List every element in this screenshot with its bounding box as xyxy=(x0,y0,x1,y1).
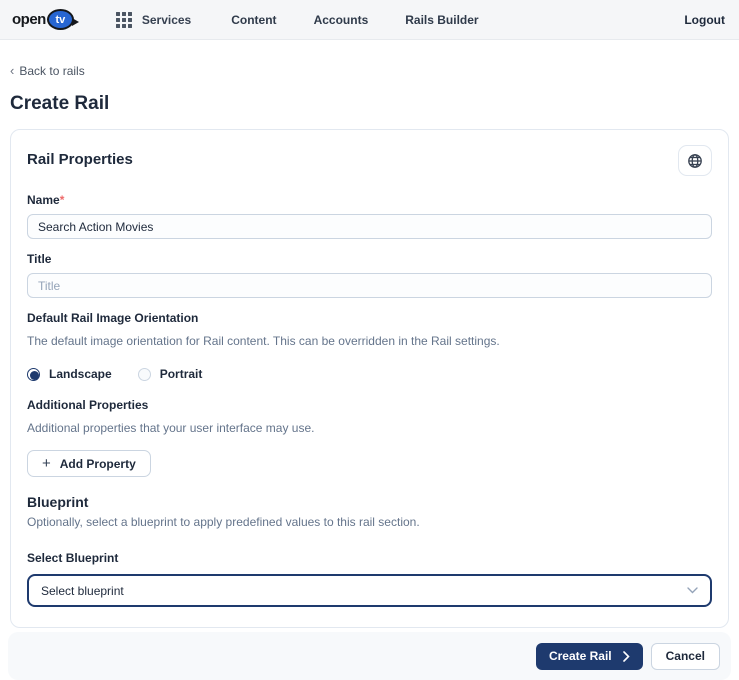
title-field-label: Title xyxy=(27,252,52,266)
radio-circle-icon xyxy=(137,367,151,381)
page-content: ‹ Back to rails Create Rail Rail Propert… xyxy=(0,40,739,628)
chevron-left-icon: ‹ xyxy=(10,63,15,78)
blueprint-select[interactable]: Select blueprint xyxy=(27,574,712,607)
logo-text-tv: tv xyxy=(55,13,66,26)
top-navbar: open tv Services Content Accounts Rails … xyxy=(0,0,739,40)
name-input[interactable] xyxy=(27,214,712,239)
required-asterisk: * xyxy=(59,193,65,207)
orientation-label: Default Rail Image Orientation xyxy=(27,311,199,325)
chevron-right-icon xyxy=(622,650,630,662)
plus-icon: + xyxy=(42,455,51,472)
additional-properties-label: Additional Properties xyxy=(27,398,149,412)
orientation-radio-group: Landscape Portrait xyxy=(27,367,712,381)
radio-circle-icon xyxy=(27,367,40,381)
name-label-text: Name xyxy=(27,193,60,207)
back-link-label: Back to rails xyxy=(19,63,85,78)
services-menu[interactable]: Services xyxy=(115,11,192,28)
blueprint-description: Optionally, select a blueprint to apply … xyxy=(27,515,420,529)
cancel-button[interactable]: Cancel xyxy=(650,642,720,670)
nav-item-rails-builder[interactable]: Rails Builder xyxy=(405,13,478,27)
add-property-label: Add Property xyxy=(59,456,136,471)
footer-action-bar: Create Rail Cancel xyxy=(8,632,731,680)
add-property-button[interactable]: + Add Property xyxy=(27,450,151,477)
rail-properties-title: Rail Properties xyxy=(27,151,133,168)
create-rail-button[interactable]: Create Rail xyxy=(535,642,643,670)
title-input[interactable] xyxy=(27,273,712,298)
nav-links: Content Accounts Rails Builder xyxy=(231,13,478,27)
radio-landscape-label: Landscape xyxy=(49,367,112,381)
chevron-down-icon xyxy=(687,587,698,594)
create-rail-label: Create Rail xyxy=(548,649,612,663)
back-to-rails-link[interactable]: ‹ Back to rails xyxy=(10,63,85,78)
blueprint-select-value: Select blueprint xyxy=(41,583,124,598)
nav-item-content[interactable]: Content xyxy=(231,13,276,27)
additional-properties-description: Additional properties that your user int… xyxy=(27,421,315,435)
card-header: Rail Properties xyxy=(27,145,712,176)
radio-portrait[interactable]: Portrait xyxy=(137,367,203,381)
radio-portrait-label: Portrait xyxy=(159,367,203,381)
rail-properties-card: Rail Properties Name* Title Default Rail… xyxy=(10,129,729,628)
globe-icon xyxy=(688,153,702,168)
logout-button[interactable]: Logout xyxy=(684,13,725,27)
orientation-description: The default image orientation for Rail c… xyxy=(27,334,500,348)
name-field-label: Name* xyxy=(27,193,712,207)
logo-text-open: open xyxy=(12,11,46,28)
logo-tv-badge: tv xyxy=(46,9,79,30)
nav-item-accounts[interactable]: Accounts xyxy=(314,13,369,27)
apps-grid-icon xyxy=(115,11,132,28)
opentv-logo[interactable]: open tv xyxy=(12,9,79,30)
select-blueprint-label: Select Blueprint xyxy=(27,551,119,565)
radio-landscape[interactable]: Landscape xyxy=(27,367,112,381)
services-label: Services xyxy=(141,12,192,27)
blueprint-section-title: Blueprint xyxy=(27,494,89,510)
localization-button[interactable] xyxy=(678,145,712,176)
page-title: Create Rail xyxy=(10,93,110,114)
